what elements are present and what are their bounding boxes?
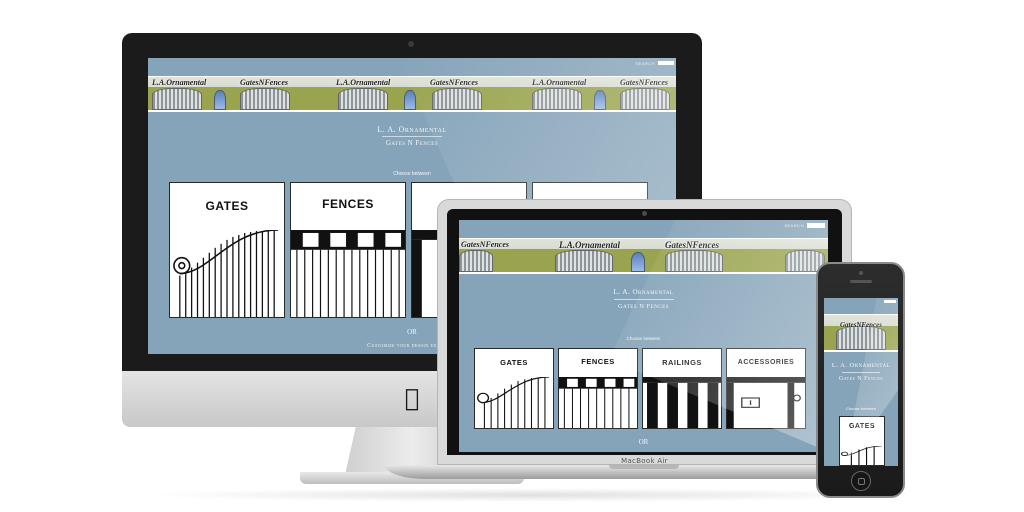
accessories-illustration	[727, 376, 805, 428]
banner-fountain	[214, 90, 226, 110]
or-text: OR	[638, 438, 649, 446]
brand-divider	[614, 299, 674, 300]
macbook-screen: SEARCH GatesNFences L.A.Ornamental Gates…	[459, 220, 828, 452]
banner-fountain	[631, 252, 645, 272]
gate-illustration	[840, 445, 882, 465]
apple-logo-icon: 	[402, 386, 422, 410]
macbook-notch	[609, 465, 679, 469]
railing-illustration	[643, 376, 721, 428]
gates-card-title: GATES	[500, 358, 528, 367]
site-banner: GatesNFences	[824, 314, 898, 352]
search-input[interactable]	[807, 222, 825, 228]
search-input[interactable]	[658, 61, 674, 65]
fences-card-title: FENCES	[581, 357, 615, 366]
choose-between-text: Choose between	[626, 336, 661, 341]
brand-subtitle: Gates N Fences	[385, 139, 439, 147]
banner-gate	[532, 87, 582, 110]
iphone-screen: GatesNFences L. A. Ornamental Gates N Fe…	[824, 298, 898, 466]
brand-name: L. A. Ornamental	[377, 125, 447, 134]
banner-gate	[152, 87, 202, 110]
brand-divider	[382, 136, 442, 137]
macbook-device: SEARCH GatesNFences L.A.Ornamental Gates…	[385, 199, 904, 495]
banner-gate	[240, 87, 290, 110]
brand-subtitle: Gates N Fences	[617, 303, 670, 310]
choose-between-text: Choose between	[845, 406, 877, 411]
banner-gate	[555, 249, 613, 272]
brand-name: L. A. Ornamental	[613, 288, 674, 296]
gates-card-title: GATES	[848, 423, 876, 430]
banner-sign: GatesNFences	[240, 78, 288, 87]
site-topbar	[824, 298, 898, 305]
search-label: SEARCH	[784, 222, 804, 228]
banner-fountain	[594, 90, 606, 110]
search-label: SEARCH	[635, 60, 655, 66]
railings-card-title: RAILINGS	[662, 358, 702, 367]
banner-sign: L.A.Ornamental	[152, 78, 207, 87]
banner-fountain	[404, 90, 416, 110]
iphone-camera	[859, 271, 863, 275]
site-banner: L.A.Ornamental GatesNFences L.A.Ornament…	[148, 76, 676, 112]
macbook-camera	[642, 211, 647, 216]
home-square-icon	[858, 478, 865, 485]
iphone-speaker	[850, 280, 872, 283]
brand-subtitle: Gates N Fences	[838, 376, 884, 382]
brand-name: L. A. Ornamental	[831, 362, 891, 369]
banner-sign: GatesNFences	[430, 78, 478, 87]
gates-card[interactable]: GATES	[169, 182, 285, 318]
banner-gate	[459, 249, 493, 272]
banner-gate	[665, 249, 723, 272]
banner-gate	[836, 326, 886, 350]
gates-card[interactable]: GATES	[474, 348, 554, 429]
imac-camera	[408, 41, 414, 47]
banner-sign: L.A.Ornamental	[559, 240, 621, 250]
fences-card-title: FENCES	[322, 197, 374, 211]
iphone-device: GatesNFences L. A. Ornamental Gates N Fe…	[816, 262, 905, 498]
banner-sign: GatesNFences	[840, 321, 882, 329]
fences-card[interactable]: FENCES	[558, 348, 638, 429]
choose-between-text: Choose between	[393, 171, 431, 177]
gates-card[interactable]: GATES	[839, 416, 885, 466]
iphone-home-button[interactable]	[851, 471, 871, 491]
macbook-label: MacBook Air	[621, 457, 668, 465]
banner-gate	[432, 87, 482, 110]
banner-gate	[620, 87, 670, 110]
fences-card[interactable]: FENCES	[290, 182, 406, 318]
accessories-card[interactable]: ACCESSORIES	[726, 348, 806, 429]
brand-divider	[842, 372, 880, 373]
banner-sign: L.A.Ornamental	[532, 78, 587, 87]
gates-card-title: GATES	[205, 199, 249, 213]
banner-sign: GatesNFences	[665, 240, 719, 250]
fence-illustration	[559, 376, 637, 428]
banner-sign: GatesNFences	[620, 78, 668, 87]
railings-card[interactable]: RAILINGS	[642, 348, 722, 429]
banner-gate	[338, 87, 388, 110]
fence-illustration	[291, 229, 405, 317]
gate-illustration	[477, 376, 549, 428]
banner-sign: L.A.Ornamental	[336, 78, 391, 87]
site-topbar: SEARCH	[459, 220, 828, 230]
search-input[interactable]	[884, 300, 896, 303]
site-banner: GatesNFences L.A.Ornamental GatesNFences	[459, 238, 828, 274]
gate-illustration	[173, 229, 279, 317]
banner-sign: GatesNFences	[461, 240, 509, 249]
site-topbar: SEARCH	[148, 58, 676, 68]
accessories-card-title: ACCESSORIES	[737, 359, 795, 366]
